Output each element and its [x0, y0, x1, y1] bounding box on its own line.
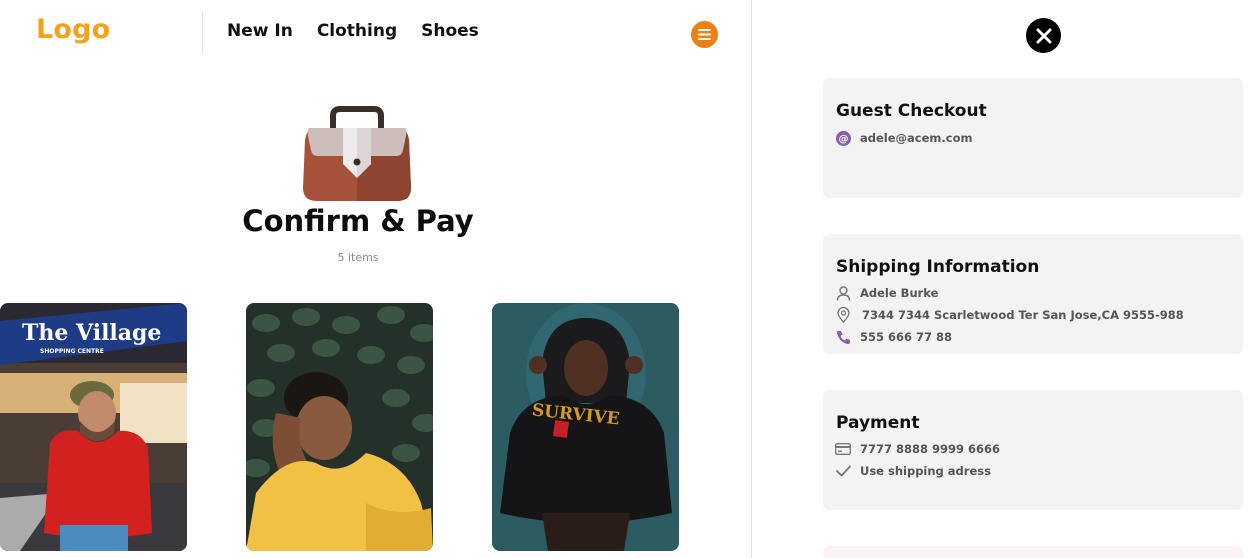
check-icon: [835, 463, 851, 479]
at-icon: @: [835, 130, 851, 146]
product-image-black-hoodie[interactable]: SURVIVE: [492, 303, 679, 551]
shipping-address: 7344 7344 Scarletwood Ter San Jose,CA 95…: [862, 308, 1184, 322]
item-count: 5 items: [337, 251, 379, 264]
email-row: @ adele@acem.com: [835, 130, 972, 146]
product-image-yellow-sweater[interactable]: [246, 303, 433, 551]
guest-checkout-card[interactable]: Guest Checkout @ adele@acem.com: [823, 78, 1243, 198]
phone-row: 555 666 77 88: [835, 329, 952, 345]
use-shipping-label: Use shipping adress: [860, 464, 991, 478]
phone-icon: [835, 329, 851, 345]
bag-icon: [303, 106, 411, 201]
payment-card[interactable]: Payment 7777 8888 9999 6666 Use shipping…: [823, 390, 1243, 510]
shipping-address-option[interactable]: Use shipping adress: [835, 463, 991, 479]
card-row: 7777 8888 9999 6666: [835, 441, 1000, 457]
main-panel: Logo New In Clothing Shoes Confirm & Pay…: [0, 0, 751, 558]
shipping-phone: 555 666 77 88: [860, 330, 953, 344]
shipping-name: Adele Burke: [860, 286, 939, 300]
shipping-info-card[interactable]: Shipping Information Adele Burke 7344 73…: [823, 234, 1243, 354]
nav-item-clothing[interactable]: Clothing: [317, 21, 397, 41]
nav-item-new-in[interactable]: New In: [227, 21, 293, 41]
nav-item-shoes[interactable]: Shoes: [421, 21, 479, 41]
page-title: Confirm & Pay: [242, 204, 474, 238]
user-icon: [835, 285, 851, 301]
email-value: adele@acem.com: [860, 131, 973, 145]
logo[interactable]: Logo: [36, 14, 110, 45]
close-icon: [1036, 28, 1051, 43]
location-icon: [835, 307, 851, 323]
product-image-red-hoodie[interactable]: The Village SHOPPING CENTRE: [0, 303, 187, 551]
main-nav: New In Clothing Shoes: [227, 21, 479, 41]
checkout-page: Logo New In Clothing Shoes Confirm & Pay…: [0, 0, 1250, 558]
address-row: 7344 7344 Scarletwood Ter San Jose,CA 95…: [835, 307, 1184, 323]
card-number: 7777 8888 9999 6666: [860, 442, 1001, 456]
panel-divider: [751, 0, 752, 558]
close-button[interactable]: [1026, 18, 1061, 53]
sign-text: The Village: [22, 320, 161, 346]
svg-text:@: @: [838, 134, 848, 145]
shipping-info-title: Shipping Information: [836, 257, 1040, 277]
credit-card-icon: [835, 441, 851, 457]
payment-title: Payment: [836, 413, 920, 433]
guest-checkout-title: Guest Checkout: [836, 101, 987, 121]
sign-subtext: SHOPPING CENTRE: [40, 348, 104, 355]
menu-icon: [698, 29, 711, 40]
name-row: Adele Burke: [835, 285, 938, 301]
next-card-partial: [823, 546, 1243, 558]
nav-divider: [202, 12, 203, 54]
menu-button[interactable]: [691, 21, 718, 48]
